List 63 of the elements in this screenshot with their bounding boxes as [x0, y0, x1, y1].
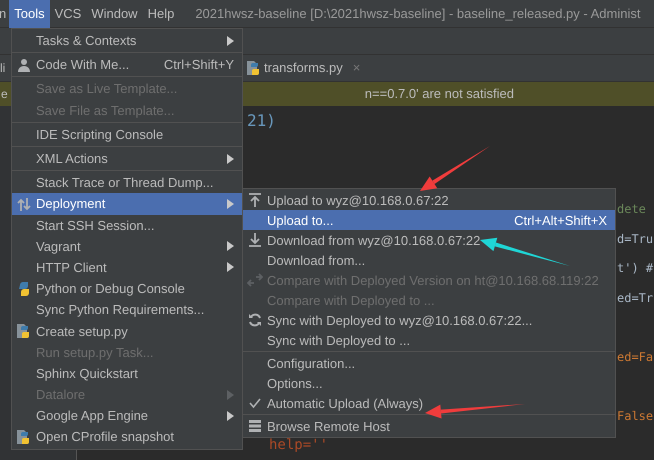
download-icon [247, 232, 263, 248]
submenu-arrow-icon [226, 241, 234, 252]
menu-item[interactable]: Sync with Deployed to wyz@10.168.0.67:22... [243, 310, 615, 330]
code-text: dete [617, 202, 646, 216]
warning-text: e [1, 86, 8, 101]
menu-item[interactable]: Vagrant [12, 236, 242, 257]
python-file-icon [246, 60, 260, 76]
check-icon [249, 397, 261, 409]
code-text: ed=Tr [617, 290, 654, 305]
submenu-arrow-icon [226, 410, 234, 421]
warning-text: n==0.7.0' are not satisfied [364, 86, 514, 102]
code-text: t') # [617, 261, 654, 276]
shortcut-text: Ctrl+Alt+Shift+X [514, 212, 607, 228]
menu-bar-item[interactable]: Help [142, 0, 180, 28]
menu-item[interactable]: Automatic Upload (Always) [243, 393, 615, 413]
menu-item[interactable]: Sync with Deployed to ... [243, 330, 615, 350]
menu-item[interactable]: Sphinx Quickstart [12, 362, 242, 384]
menu-item[interactable]: Configuration... [243, 353, 615, 373]
submenu-arrow-icon [226, 198, 234, 209]
person-icon [16, 56, 32, 73]
window-title: 2021hwsz-baseline [D:\2021hwsz-baseline] - baseline_released.py - Administ [195, 6, 640, 21]
python-file-icon [16, 323, 32, 340]
submenu-arrow-icon [226, 390, 234, 400]
menu-bar-item[interactable]: VCS [50, 0, 86, 28]
menu-bar-item[interactable]: Window [86, 0, 143, 28]
menu-item[interactable]: Sync Python Requirements... [12, 299, 242, 320]
menu-item[interactable]: Google App Engine [12, 405, 242, 426]
menu-item[interactable]: IDE Scripting Console [12, 124, 242, 145]
list-icon [247, 418, 263, 434]
editor-tab[interactable]: transforms.py × [240, 54, 366, 81]
menu-item[interactable]: XML Actions [12, 148, 242, 170]
menu-item[interactable]: Code With Me... Ctrl+Shift+Y [12, 54, 242, 76]
code-text: d=Tru [617, 232, 654, 246]
code-text: 21) [247, 111, 276, 130]
submenu-arrow-icon [226, 154, 234, 164]
up-down-arrows-icon [16, 196, 32, 212]
submenu-arrow-icon [226, 36, 234, 46]
code-text: False [617, 408, 654, 423]
menu-item[interactable]: Start SSH Session... [12, 214, 242, 236]
menu-item[interactable]: Download from... [243, 250, 615, 270]
menu-bar-item[interactable]: Tools [9, 0, 50, 28]
menu-item[interactable]: Upload to wyz@10.168.0.67:22 [243, 190, 615, 210]
python-icon [16, 280, 32, 297]
code-text: help='' [269, 437, 328, 454]
menu-item[interactable]: Open CProfile snapshot [12, 426, 242, 448]
menu-item[interactable]: Python or Debug Console [12, 278, 242, 300]
compare-arrows-icon [247, 272, 263, 288]
shortcut-text: Ctrl+Shift+Y [164, 57, 234, 72]
sync-icon [247, 312, 263, 328]
menu-item[interactable]: Options... [243, 373, 615, 393]
menu-item[interactable]: Download from wyz@10.168.0.67:22 [243, 230, 615, 250]
menu-item[interactable]: Stack Trace or Thread Dump... [12, 172, 242, 194]
upload-icon [247, 192, 263, 208]
menu-item[interactable]: HTTP Client [12, 256, 242, 278]
code-text: ed=Fa [617, 350, 654, 364]
menu-item[interactable]: Tasks & Contexts [12, 30, 242, 52]
menu-item[interactable]: Deployment [12, 193, 242, 214]
menu-item[interactable]: Upload to... Ctrl+Alt+Shift+X [243, 210, 615, 230]
menu-item[interactable]: Create setup.py [12, 320, 242, 342]
submenu-arrow-icon [226, 262, 234, 272]
python-file-icon [16, 428, 32, 445]
menu-item[interactable]: Browse Remote Host [243, 416, 615, 436]
menu-bar-item[interactable]: n [0, 0, 10, 28]
